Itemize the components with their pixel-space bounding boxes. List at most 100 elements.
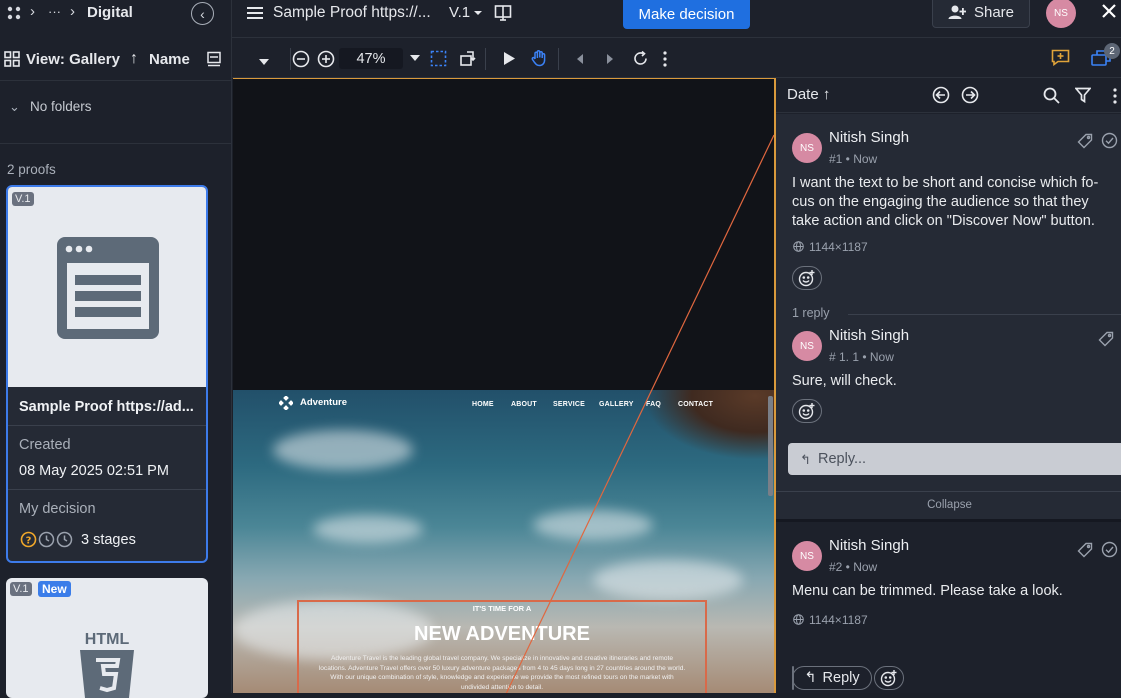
comment-meta: #1 • Now: [829, 152, 878, 166]
viewer-toolbar: 47% 2: [232, 38, 1121, 78]
divider: [0, 80, 231, 81]
version-badge: V.1: [12, 192, 34, 206]
divider: [558, 48, 559, 70]
divider: [290, 48, 291, 70]
version-label: V.1: [449, 4, 471, 21]
comment-text: I want the text to be short and concise …: [792, 175, 1099, 229]
comment-count-badge: 2: [1104, 43, 1120, 59]
divider: [8, 425, 206, 426]
play-icon[interactable]: [503, 51, 516, 66]
sort-asc-icon: ↑: [130, 50, 138, 67]
add-reaction-button[interactable]: [792, 266, 822, 290]
breadcrumb-current[interactable]: Digital: [87, 4, 133, 21]
comment-author: Nitish Singh: [829, 537, 910, 554]
comment-thread[interactable]: NS Nitish Singh #2 • Now Menu can be tri…: [776, 522, 1121, 690]
next-icon[interactable]: [607, 54, 613, 64]
tag-icon[interactable]: [1098, 331, 1114, 347]
proof-title: Sample Proof https://...: [273, 4, 431, 21]
rotate-icon[interactable]: [459, 49, 477, 67]
sort-label: Date: [787, 86, 819, 103]
clock-icon: [38, 531, 55, 548]
proofs-count: 2 proofs: [7, 162, 56, 177]
comment-author: Nitish Singh: [829, 129, 910, 146]
zoom-input[interactable]: 47%: [339, 48, 403, 69]
resolve-icon[interactable]: [1101, 541, 1118, 558]
new-badge: New: [38, 581, 71, 597]
divider: [8, 489, 206, 490]
decision-label: My decision: [19, 501, 96, 517]
sort-asc-icon: ↑: [822, 86, 831, 103]
webpage-icon: [55, 235, 161, 341]
comment-text: Menu can be trimmed. Please take a look.: [792, 583, 1063, 599]
reply-icon: ↰: [800, 452, 811, 467]
compare-icon[interactable]: [494, 4, 512, 22]
reply-count: 1 reply: [792, 306, 830, 320]
previous-icon[interactable]: [577, 54, 583, 64]
sort-by-date-button[interactable]: Date ↑: [787, 86, 830, 103]
reply-input[interactable]: ↰ Reply...: [788, 443, 1121, 475]
tag-icon[interactable]: [1077, 542, 1093, 558]
sort-button[interactable]: Name: [149, 51, 190, 68]
close-icon[interactable]: [1101, 3, 1117, 19]
reply-avatar: NS: [792, 331, 822, 361]
folders-empty-label: No folders: [30, 99, 92, 114]
proof-card[interactable]: V.1 Sample Proof https://ad... Created 0…: [6, 185, 208, 563]
caret-down-icon[interactable]: [259, 59, 269, 65]
stages-count: 3 stages: [81, 532, 136, 548]
zoom-dropdown-icon[interactable]: [410, 55, 420, 61]
user-avatar[interactable]: NS: [1046, 0, 1076, 28]
home-icon[interactable]: [6, 5, 24, 21]
proof-canvas[interactable]: Adventure HOME ABOUT SERVICE GALLERY FAQ…: [233, 78, 774, 693]
zoom-in-icon[interactable]: [317, 50, 335, 68]
add-user-icon: [948, 5, 966, 19]
resolve-icon[interactable]: [1101, 132, 1118, 149]
divider: [485, 48, 486, 70]
divider: [0, 143, 231, 144]
search-icon[interactable]: [1043, 87, 1060, 104]
divider: [776, 491, 1121, 492]
make-decision-button[interactable]: Make decision: [623, 0, 750, 29]
add-reaction-button[interactable]: [874, 666, 904, 690]
reply-button[interactable]: ↰ Reply: [792, 666, 872, 690]
reply-meta: # 1. 1 • Now: [829, 350, 894, 364]
top-bar: Sample Proof https://... V.1 Make decisi…: [232, 0, 1121, 38]
tag-icon[interactable]: [1077, 133, 1093, 149]
share-label: Share: [973, 3, 1015, 21]
emoji-add-icon: [880, 670, 897, 687]
collapse-sidebar-button[interactable]: ‹: [191, 2, 214, 25]
version-dropdown[interactable]: V.1: [449, 4, 484, 21]
comment-avatar: NS: [792, 133, 822, 163]
created-label: Created: [19, 437, 71, 453]
collapse-button[interactable]: Collapse: [776, 499, 1121, 511]
chevron-right-icon: ›: [30, 3, 35, 20]
previous-comment-icon[interactable]: [932, 86, 950, 104]
html5-icon: HTML: [76, 628, 138, 698]
proof-card-title: Sample Proof https://ad...: [19, 399, 194, 415]
next-comment-icon[interactable]: [961, 86, 979, 104]
refresh-icon[interactable]: [632, 50, 649, 67]
proof-thumbnail: [8, 187, 206, 387]
more-vertical-icon[interactable]: [663, 51, 667, 67]
comment-thread-active[interactable]: NS Nitish Singh #1 • Now I want the text…: [776, 114, 1121, 519]
fit-to-screen-icon[interactable]: [430, 50, 447, 67]
more-vertical-icon[interactable]: [1113, 88, 1117, 104]
comment-avatar: NS: [792, 541, 822, 571]
share-button[interactable]: Share: [932, 0, 1030, 28]
breadcrumb-ellipsis[interactable]: ···: [48, 4, 61, 19]
hand-tool-icon[interactable]: [530, 49, 548, 67]
comments-panel: Date ↑ NS Nitish Singh #1 • Now I want t…: [774, 78, 1121, 693]
chevron-down-icon[interactable]: ⌄: [9, 99, 20, 115]
layout-icon[interactable]: [206, 51, 222, 67]
add-reaction-button[interactable]: [792, 399, 822, 423]
annotation-connector: [505, 134, 774, 693]
svg-text:HTML: HTML: [85, 631, 130, 648]
proof-card[interactable]: HTML V.1 New: [6, 578, 208, 698]
zoom-out-icon[interactable]: [292, 50, 310, 68]
comment-meta: #2 • Now: [829, 560, 878, 574]
reply-placeholder: Reply...: [818, 451, 867, 467]
view-mode-button[interactable]: View: Gallery: [26, 51, 120, 68]
emoji-add-icon: [798, 270, 815, 287]
add-comment-icon[interactable]: [1051, 49, 1070, 66]
filter-icon[interactable]: [1075, 87, 1091, 103]
menu-icon[interactable]: [246, 5, 264, 21]
